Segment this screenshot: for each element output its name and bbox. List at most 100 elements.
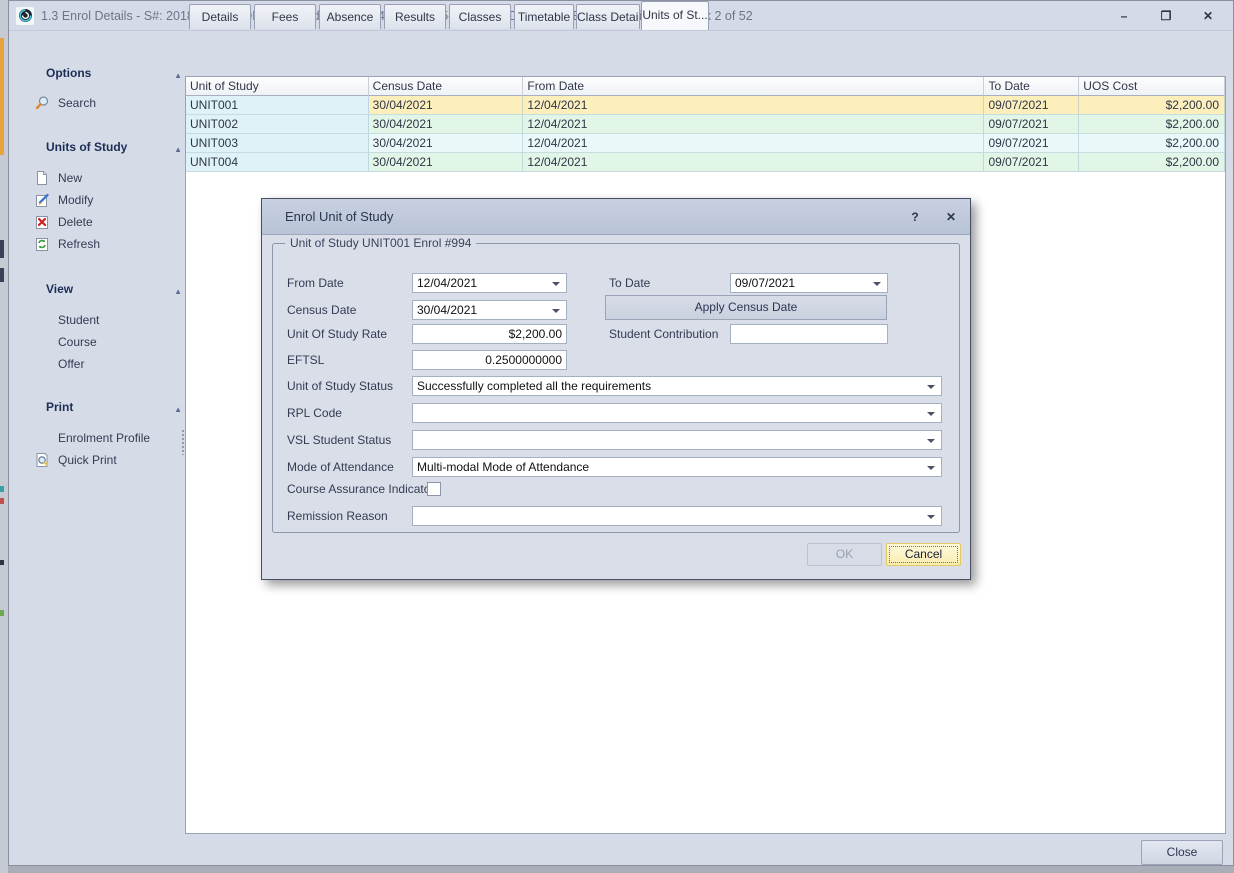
sidebar-item-refresh[interactable]: Refresh <box>58 235 178 253</box>
cell-from-date[interactable]: 12/04/2021 <box>523 96 984 115</box>
table-row-unit001-selected[interactable]: UNIT001 30/04/2021 12/04/2021 09/07/2021… <box>186 96 1225 115</box>
column-header-to-date[interactable]: To Date <box>984 77 1079 96</box>
cell-census-date[interactable]: 30/04/2021 <box>369 96 524 115</box>
eftsl-input[interactable] <box>412 350 567 370</box>
cell-unit[interactable]: UNIT004 <box>186 153 369 172</box>
course-assurance-label: Course Assurance Indicator <box>287 479 434 499</box>
uos-status-label: Unit of Study Status <box>287 376 393 396</box>
cell-to-date[interactable]: 09/07/2021 <box>984 115 1079 134</box>
close-dialog-icon[interactable]: ✕ <box>942 208 960 226</box>
tab-class-details[interactable]: Class Details <box>576 4 640 29</box>
sidebar-item-quick-print[interactable]: Quick Print <box>58 451 178 469</box>
column-header-from-date[interactable]: From Date <box>523 77 984 96</box>
cell-census-date[interactable]: 30/04/2021 <box>369 115 524 134</box>
group-box-title: Unit of Study UNIT001 Enrol #994 <box>285 236 476 250</box>
rpl-code-label: RPL Code <box>287 403 342 423</box>
to-date-label: To Date <box>609 273 650 293</box>
remission-reason-combobox[interactable] <box>412 506 942 526</box>
uos-status-combobox[interactable]: Successfully completed all the requireme… <box>412 376 942 396</box>
new-document-icon <box>34 170 50 186</box>
search-icon <box>34 95 50 111</box>
rpl-code-combobox[interactable] <box>412 403 942 423</box>
sidebar-item-enrolment-profile[interactable]: Enrolment Profile <box>58 429 178 447</box>
cancel-button[interactable]: Cancel <box>886 543 961 566</box>
mode-of-attendance-label: Mode of Attendance <box>287 457 394 477</box>
tab-details[interactable]: Details <box>189 4 251 29</box>
column-header-census-date[interactable]: Census Date <box>369 77 524 96</box>
tab-fees[interactable]: Fees <box>254 4 316 29</box>
cell-uos-cost[interactable]: $2,200.00 <box>1079 115 1225 134</box>
sidebar-section-units-of-study[interactable]: Units of Study ▲ <box>46 139 176 155</box>
to-date-combobox[interactable]: 09/07/2021 <box>730 273 888 293</box>
cell-uos-cost[interactable]: $2,200.00 <box>1079 134 1225 153</box>
tab-absence[interactable]: Absence <box>319 4 381 29</box>
sidebar-item-modify[interactable]: Modify <box>58 191 178 209</box>
close-window-icon[interactable]: ✕ <box>1201 9 1215 23</box>
column-header-uos-cost[interactable]: UOS Cost <box>1079 77 1225 96</box>
cell-uos-cost[interactable]: $2,200.00 <box>1079 96 1225 115</box>
apply-census-date-button[interactable]: Apply Census Date <box>605 295 887 320</box>
cell-unit[interactable]: UNIT003 <box>186 134 369 153</box>
sidebar-section-view[interactable]: View ▲ <box>46 281 176 297</box>
chevron-down-icon <box>927 412 935 416</box>
sidebar-item-offer[interactable]: Offer <box>58 355 178 373</box>
cell-uos-cost[interactable]: $2,200.00 <box>1079 153 1225 172</box>
chevron-down-icon <box>927 466 935 470</box>
cell-census-date[interactable]: 30/04/2021 <box>369 153 524 172</box>
sidebar-item-course[interactable]: Course <box>58 333 178 351</box>
maximize-icon[interactable]: ❐ <box>1159 9 1173 23</box>
cell-from-date[interactable]: 12/04/2021 <box>523 134 984 153</box>
cell-to-date[interactable]: 09/07/2021 <box>984 153 1079 172</box>
table-row-unit003[interactable]: UNIT003 30/04/2021 12/04/2021 09/07/2021… <box>186 134 1225 153</box>
chevron-down-icon <box>552 282 560 286</box>
table-row-unit002[interactable]: UNIT002 30/04/2021 12/04/2021 09/07/2021… <box>186 115 1225 134</box>
vsl-student-status-combobox[interactable] <box>412 430 942 450</box>
help-icon[interactable]: ? <box>906 208 924 226</box>
sidebar-item-delete[interactable]: Delete <box>58 213 178 231</box>
cell-unit[interactable]: UNIT001 <box>186 96 369 115</box>
from-date-combobox[interactable]: 12/04/2021 <box>412 273 567 293</box>
desktop-edge-segment <box>0 268 4 282</box>
ok-button[interactable]: OK <box>807 543 882 566</box>
table-row-unit004[interactable]: UNIT004 30/04/2021 12/04/2021 09/07/2021… <box>186 153 1225 172</box>
sidebar-section-options[interactable]: Options ▲ <box>46 65 176 81</box>
mode-of-attendance-combobox[interactable]: Multi-modal Mode of Attendance <box>412 457 942 477</box>
sidebar-item-student[interactable]: Student <box>58 311 178 329</box>
sidebar-section-print[interactable]: Print ▲ <box>46 399 176 415</box>
minimize-icon[interactable]: – <box>1117 9 1131 23</box>
chevron-down-icon <box>873 282 881 286</box>
student-contribution-label: Student Contribution <box>609 324 718 344</box>
remission-reason-label: Remission Reason <box>287 506 388 526</box>
desktop-edge-segment <box>0 38 4 155</box>
tab-results[interactable]: Results <box>384 4 446 29</box>
close-button[interactable]: Close <box>1141 840 1223 865</box>
cell-from-date[interactable]: 12/04/2021 <box>523 115 984 134</box>
vsl-student-status-label: VSL Student Status <box>287 430 391 450</box>
cell-from-date[interactable]: 12/04/2021 <box>523 153 984 172</box>
uos-rate-input[interactable] <box>412 324 567 344</box>
census-date-combobox[interactable]: 30/04/2021 <box>412 300 567 320</box>
collapse-arrow-icon: ▲ <box>174 284 182 300</box>
window-controls: – ❐ ✕ <box>1117 1 1215 31</box>
uos-rate-field-wrap <box>412 324 567 344</box>
collapse-arrow-icon: ▲ <box>174 402 182 418</box>
cell-to-date[interactable]: 09/07/2021 <box>984 96 1079 115</box>
chevron-down-icon <box>927 385 935 389</box>
column-header-unit-of-study[interactable]: Unit of Study <box>186 77 369 96</box>
student-contribution-input[interactable] <box>730 324 888 344</box>
course-assurance-checkbox[interactable] <box>427 482 441 496</box>
tab-timetable[interactable]: Timetable <box>514 4 574 29</box>
sidebar-item-search[interactable]: Search <box>58 94 178 112</box>
desktop-edge-segment <box>0 240 4 258</box>
cell-unit[interactable]: UNIT002 <box>186 115 369 134</box>
table-header-row: Unit of Study Census Date From Date To D… <box>186 77 1225 96</box>
tab-classes[interactable]: Classes <box>449 4 511 29</box>
cell-to-date[interactable]: 09/07/2021 <box>984 134 1079 153</box>
tab-units-of-study[interactable]: Units of St... <box>641 1 709 30</box>
sidebar-item-new[interactable]: New <box>58 169 178 187</box>
cell-census-date[interactable]: 30/04/2021 <box>369 134 524 153</box>
dialog-titlebar[interactable]: Enrol Unit of Study <box>262 199 970 235</box>
enrol-details-window: 1.3 Enrol Details - S#: 2018187 FREDERIC… <box>8 0 1234 866</box>
chevron-down-icon <box>927 439 935 443</box>
chevron-down-icon <box>927 515 935 519</box>
